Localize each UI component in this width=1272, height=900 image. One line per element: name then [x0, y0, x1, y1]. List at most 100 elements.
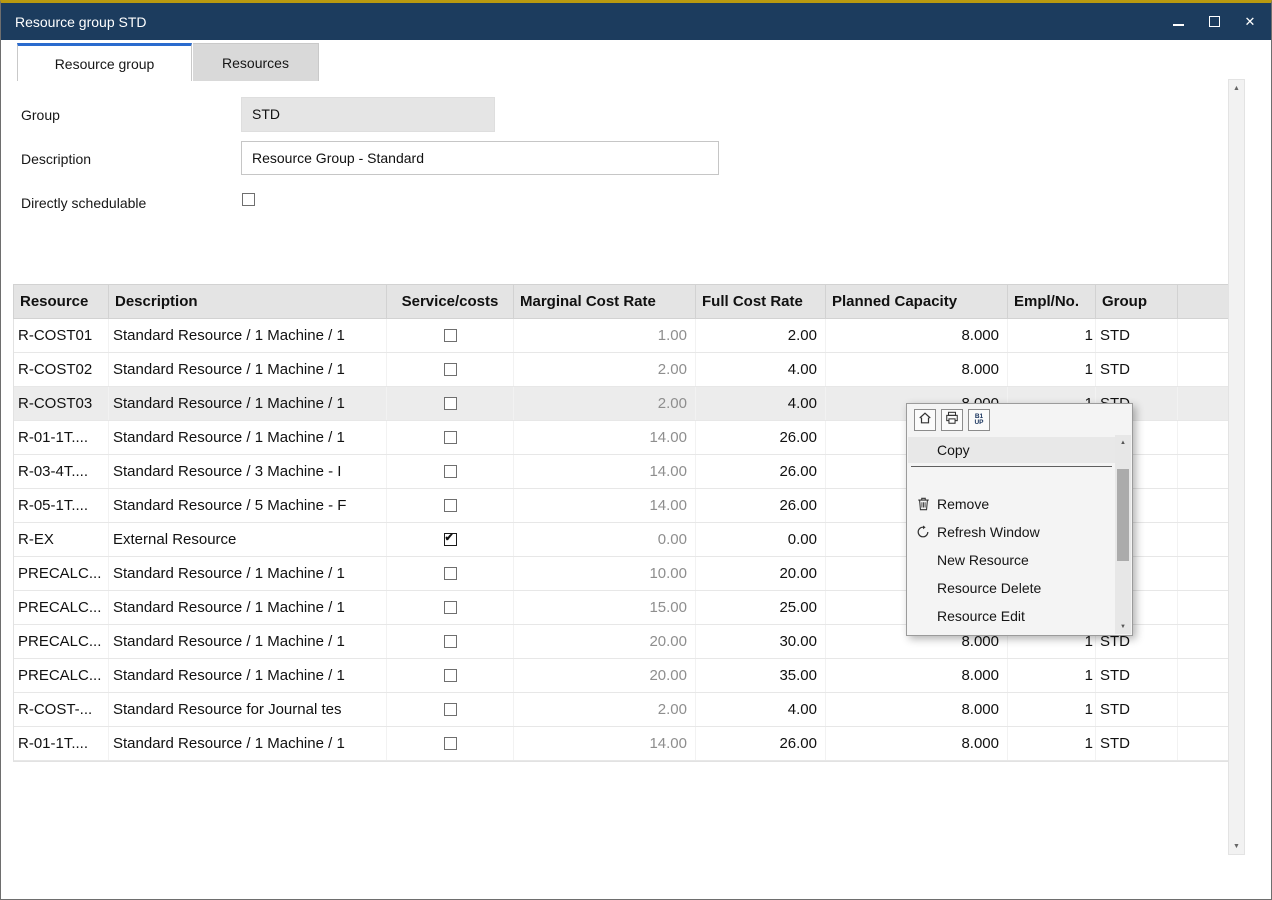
refresh-icon: [915, 524, 931, 540]
cell-service: [387, 693, 514, 726]
menu-item-copy[interactable]: Copy: [908, 437, 1115, 463]
service-costs-checkbox[interactable]: [444, 397, 457, 410]
cell-service: [387, 659, 514, 692]
service-costs-checkbox[interactable]: [444, 329, 457, 342]
menu-item-new-resource[interactable]: New Resource: [908, 546, 1115, 574]
tab-strip: Resource group Resources: [1, 43, 1271, 81]
cell-service: [387, 727, 514, 760]
menu-item-label: Remove: [937, 496, 989, 512]
cell-full: 2.00: [696, 319, 826, 352]
vertical-scrollbar[interactable]: ▲ ▼: [1228, 79, 1245, 855]
cell-capacity: 8.000: [826, 727, 1008, 760]
service-costs-checkbox[interactable]: [444, 431, 457, 444]
cell-resource: R-COST-...: [14, 693, 109, 726]
cell-description: Standard Resource / 5 Machine - F: [109, 489, 387, 522]
context-menu-scrollbar[interactable]: ▲ ▼: [1115, 435, 1131, 634]
cell-empl: 1: [1008, 727, 1096, 760]
service-costs-checkbox[interactable]: [444, 533, 457, 546]
table-header-row: ResourceDescriptionService/costsMarginal…: [13, 284, 1238, 319]
context-menu-items: Remove Refresh Window New Resource Resource…: [908, 490, 1115, 630]
cell-service: [387, 557, 514, 590]
cell-description: Standard Resource / 1 Machine / 1: [109, 659, 387, 692]
maximize-icon: [1209, 16, 1220, 27]
cell-service: [387, 455, 514, 488]
cell-description: Standard Resource / 1 Machine / 1: [109, 591, 387, 624]
menu-item-label: Resource Edit: [937, 608, 1025, 624]
print-button[interactable]: [941, 409, 963, 431]
close-button[interactable]: ✕: [1243, 15, 1257, 29]
table-row[interactable]: R-COST-...Standard Resource for Journal …: [14, 693, 1237, 727]
cell-full: 26.00: [696, 489, 826, 522]
service-costs-checkbox[interactable]: [444, 635, 457, 648]
table-row[interactable]: PRECALC...Standard Resource / 1 Machine …: [14, 659, 1237, 693]
b1up-button[interactable]: B1 UP: [968, 409, 990, 431]
cell-full: 26.00: [696, 727, 826, 760]
cell-group: STD: [1096, 693, 1178, 726]
service-costs-checkbox[interactable]: [444, 669, 457, 682]
column-header-group[interactable]: Group: [1096, 285, 1178, 318]
home-button[interactable]: [914, 409, 936, 431]
menu-item-remove[interactable]: Remove: [908, 490, 1115, 518]
cell-empl: 1: [1008, 693, 1096, 726]
cell-empl: 1: [1008, 319, 1096, 352]
cell-marginal: 0.00: [514, 523, 696, 556]
menu-item-resource-delete[interactable]: Resource Delete: [908, 574, 1115, 602]
cell-service: [387, 387, 514, 420]
cell-full: 4.00: [696, 387, 826, 420]
cell-full: 30.00: [696, 625, 826, 658]
window-controls: ✕: [1171, 15, 1257, 29]
cell-marginal: 1.00: [514, 319, 696, 352]
cell-resource: R-COST03: [14, 387, 109, 420]
column-header-empl-no[interactable]: Empl/No.: [1008, 285, 1096, 318]
cell-full: 4.00: [696, 353, 826, 386]
cell-marginal: 2.00: [514, 693, 696, 726]
cell-group: STD: [1096, 659, 1178, 692]
column-header-description[interactable]: Description: [109, 285, 387, 318]
table-row[interactable]: R-COST02Standard Resource / 1 Machine / …: [14, 353, 1237, 387]
cell-service: [387, 489, 514, 522]
cell-capacity: 8.000: [826, 659, 1008, 692]
cell-resource: R-03-4T....: [14, 455, 109, 488]
scroll-up-icon[interactable]: ▲: [1229, 80, 1244, 96]
cell-description: Standard Resource / 1 Machine / 1: [109, 557, 387, 590]
cell-resource: R-01-1T....: [14, 421, 109, 454]
group-label: Group: [21, 107, 60, 123]
scroll-down-icon[interactable]: ▼: [1229, 838, 1244, 854]
column-header-resource[interactable]: Resource: [14, 285, 109, 318]
service-costs-checkbox[interactable]: [444, 567, 457, 580]
menu-scroll-down-icon[interactable]: ▼: [1115, 619, 1131, 634]
column-header-service-costs[interactable]: Service/costs: [387, 285, 514, 318]
cell-marginal: 2.00: [514, 353, 696, 386]
menu-item-resource-edit[interactable]: Resource Edit: [908, 602, 1115, 630]
maximize-button[interactable]: [1207, 15, 1221, 29]
service-costs-checkbox[interactable]: [444, 737, 457, 750]
menu-item-label: Resource Delete: [937, 580, 1041, 596]
menu-scroll-up-icon[interactable]: ▲: [1115, 435, 1131, 450]
service-costs-checkbox[interactable]: [444, 601, 457, 614]
column-header-planned-capacity[interactable]: Planned Capacity: [826, 285, 1008, 318]
description-input[interactable]: [241, 141, 719, 175]
group-field: STD: [241, 97, 495, 132]
home-icon: [918, 411, 932, 430]
menu-scroll-thumb[interactable]: [1117, 469, 1129, 561]
table-row[interactable]: R-COST01Standard Resource / 1 Machine / …: [14, 319, 1237, 353]
service-costs-checkbox[interactable]: [444, 703, 457, 716]
tab-resource-group[interactable]: Resource group: [17, 43, 192, 81]
menu-separator: [911, 466, 1112, 467]
service-costs-checkbox[interactable]: [444, 363, 457, 376]
cell-group: STD: [1096, 353, 1178, 386]
service-costs-checkbox[interactable]: [444, 465, 457, 478]
column-header-full-cost-rate[interactable]: Full Cost Rate: [696, 285, 826, 318]
menu-item-label: New Resource: [937, 552, 1029, 568]
cell-full: 35.00: [696, 659, 826, 692]
cell-full: 0.00: [696, 523, 826, 556]
service-costs-checkbox[interactable]: [444, 499, 457, 512]
column-header-marginal-cost-rate[interactable]: Marginal Cost Rate: [514, 285, 696, 318]
minimize-button[interactable]: [1171, 15, 1185, 29]
title-bar[interactable]: Resource group STD ✕: [1, 3, 1271, 40]
table-row[interactable]: R-01-1T....Standard Resource / 1 Machine…: [14, 727, 1237, 761]
cell-description: Standard Resource / 1 Machine / 1: [109, 727, 387, 760]
menu-item-refresh-window[interactable]: Refresh Window: [908, 518, 1115, 546]
directly-schedulable-checkbox[interactable]: [242, 193, 255, 206]
tab-resources[interactable]: Resources: [193, 43, 319, 81]
